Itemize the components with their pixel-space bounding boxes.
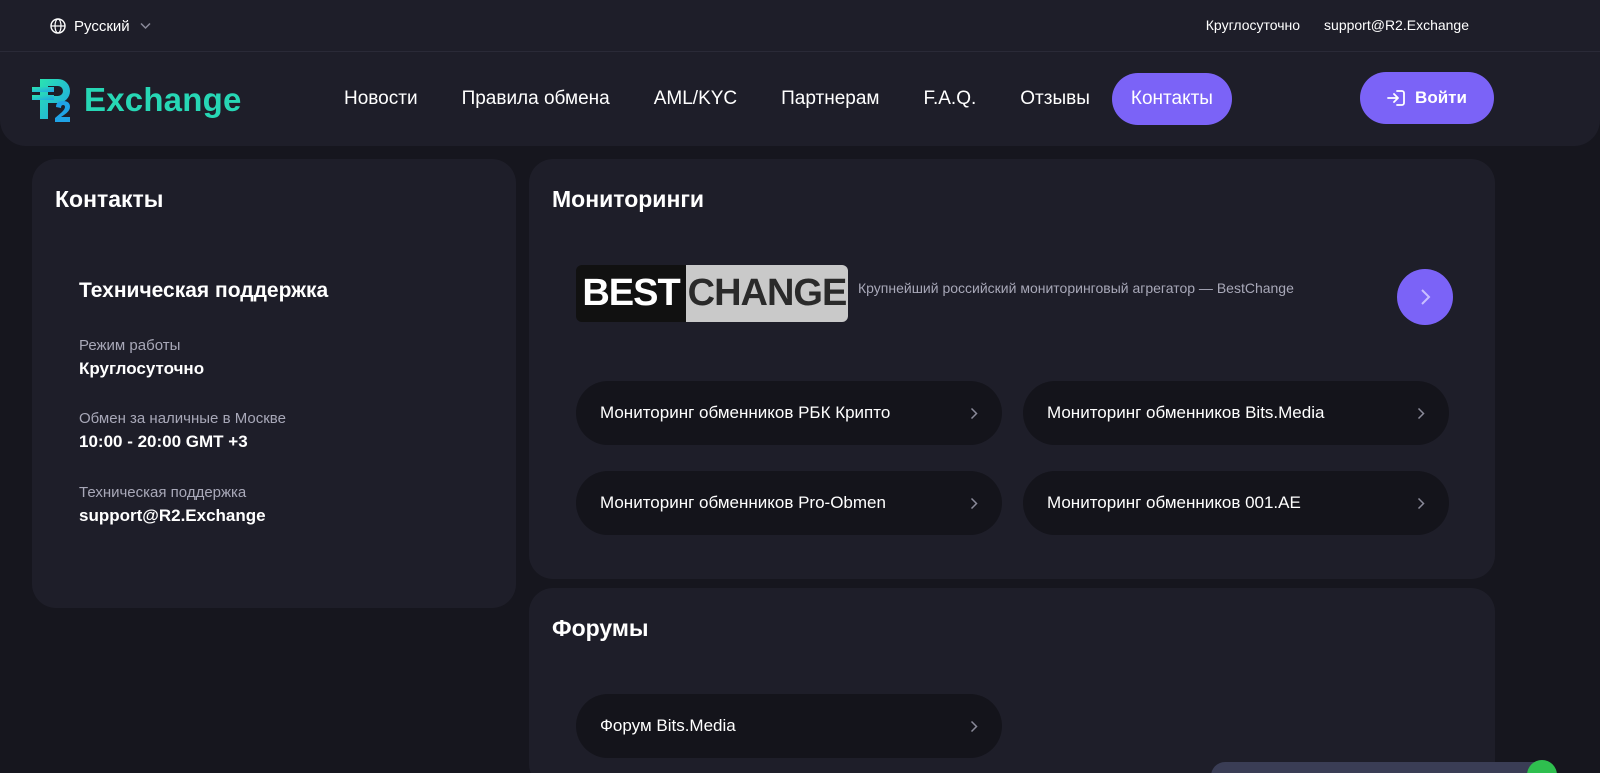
chevron-right-icon [1417,407,1425,420]
hours-text: Круглосуточно [1205,17,1301,33]
forum-link-label: Форум Bits.Media [600,716,736,735]
nav-exchange-rules[interactable]: Правила обмена [440,73,632,125]
contacts-card: Контакты Техническая поддержка Режим раб… [32,159,516,608]
chevron-right-icon [970,407,978,420]
top-contacts: Круглосуточно support@R2.Exchange [1206,17,1469,33]
bestchange-logo-change: CHANGE [686,265,848,322]
chat-widget[interactable] [1211,762,1551,773]
bestchange-logo-best: BEST [576,265,686,322]
cash-exchange-value: 10:00 - 20:00 GMT +3 [79,432,248,451]
monitoring-link-label: Мониторинг обменников 001.AE [1047,493,1301,512]
chevron-right-icon [970,720,978,733]
monitoring-link-001ae[interactable]: Мониторинг обменников 001.AE [1023,471,1449,535]
logo-text: Exchange [84,81,242,118]
nav-aml-kyc[interactable]: AML/KYC [632,73,759,125]
monitorings-title: Мониторинги [552,186,705,212]
language-label: Русский [74,17,130,35]
monitoring-link-label: Мониторинг обменников РБК Крипто [600,403,891,422]
main-header: Exchange Новости Правила обмена AML/KYC … [0,52,1600,146]
forums-card: Форумы Форум Bits.Media [529,588,1495,773]
chevron-down-icon [140,22,151,30]
top-bar: Русский Круглосуточно support@R2.Exchang… [0,0,1600,52]
cash-exchange-label: Обмен за наличные в Москве [79,410,286,427]
logo[interactable]: Exchange [30,70,242,130]
r2-logo-icon [32,79,70,122]
work-hours-value: Круглосуточно [79,359,205,378]
monitoring-link-label: Мониторинг обменников Bits.Media [1047,403,1325,422]
support-email-value[interactable]: support@R2.Exchange [79,506,266,526]
login-label: Войти [1415,88,1467,107]
monitorings-card: Мониторинги BEST CHANGE Крупнейший росси… [529,159,1495,579]
bestchange-logo[interactable]: BEST CHANGE [576,265,848,322]
chevron-right-icon [1421,289,1431,305]
main-nav: Новости Правила обмена AML/KYC Партнерам… [322,73,1232,125]
nav-contacts[interactable]: Контакты [1111,73,1232,125]
nav-reviews[interactable]: Отзывы [998,73,1112,125]
forums-title: Форумы [552,615,649,641]
forum-link-bitsmedia[interactable]: Форум Bits.Media [576,694,1002,758]
monitoring-link-bitsmedia[interactable]: Мониторинг обменников Bits.Media [1023,381,1449,445]
monitoring-link-rbk[interactable]: Мониторинг обменников РБК Крипто [576,381,1002,445]
chevron-right-icon [1417,497,1425,510]
language-selector[interactable]: Русский [50,16,151,36]
login-icon [1387,90,1405,106]
globe-icon [50,18,66,34]
contacts-title: Контакты [55,186,164,212]
monitoring-link-proobmen[interactable]: Мониторинг обменников Pro-Obmen [576,471,1002,535]
nav-news[interactable]: Новости [322,73,440,125]
support-title: Техническая поддержка [79,279,329,302]
login-button[interactable]: Войти [1360,72,1494,124]
work-hours-label: Режим работы [79,337,181,354]
bestchange-description: Крупнейший российский мониторинговый агр… [858,280,1294,296]
nav-partners[interactable]: Партнерам [759,73,901,125]
nav-faq[interactable]: F.A.Q. [901,73,998,125]
chevron-right-icon [970,497,978,510]
monitoring-link-label: Мониторинг обменников Pro-Obmen [600,493,886,512]
support-email-label: Техническая поддержка [79,484,247,501]
email-link[interactable]: support@R2.Exchange [1324,17,1469,33]
bestchange-go-button[interactable] [1397,269,1453,325]
